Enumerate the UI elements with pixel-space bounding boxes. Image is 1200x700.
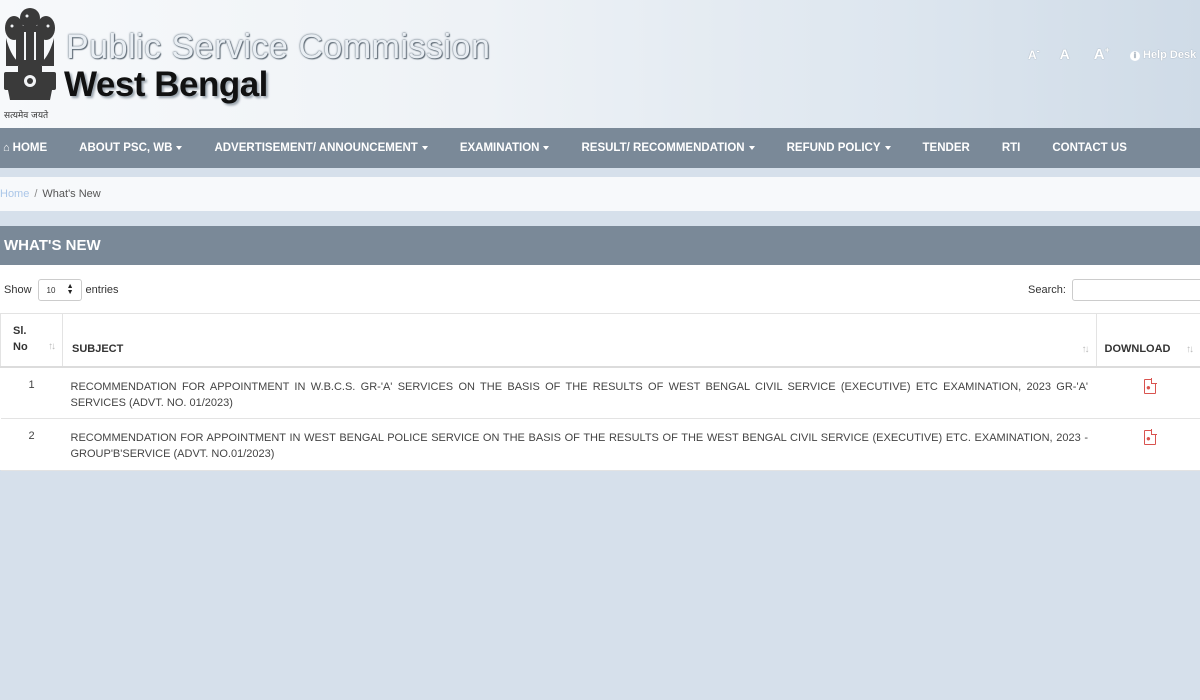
column-header-download[interactable]: DOWNLOAD ↑↓ (1095, 313, 1200, 368)
search-label: Search: (1028, 284, 1066, 296)
cell-subject: RECOMMENDATION FOR APPOINTMENT IN W.B.C.… (62, 366, 1096, 419)
table-search: Search: (1028, 279, 1200, 301)
show-label: Show (4, 284, 32, 296)
search-input[interactable] (1071, 279, 1200, 301)
decrease-font-button[interactable]: A- (1028, 46, 1040, 62)
panel-title: WHAT'S NEW (0, 226, 1200, 265)
entries-label: entries (85, 284, 119, 296)
cell-download: ● (1096, 366, 1200, 419)
site-title-line1: Public Service Commission (66, 28, 491, 66)
nav-item-tender[interactable]: TENDER (907, 142, 986, 154)
caret-down-icon (421, 146, 428, 150)
nav-item-about[interactable]: ABOUT PSC, WB (63, 142, 198, 154)
sort-icon: ↑↓ (48, 340, 56, 352)
nav-item-result[interactable]: RESULT/ RECOMMENDATION (565, 142, 770, 154)
whats-new-table: Sl. No ↑↓ SUBJECT ↑↓ DOWNLOAD ↑↓ 1 RECOM… (0, 313, 1200, 471)
column-header-subject[interactable]: SUBJECT ↑↓ (62, 313, 1097, 368)
site-header: सत्यमेव जयते Public Service Commission W… (0, 0, 1200, 128)
help-desk-link[interactable]: i Help Desk (1130, 49, 1196, 61)
pdf-icon[interactable]: ● (1144, 429, 1157, 445)
table-row: 1 RECOMMENDATION FOR APPOINTMENT IN W.B.… (0, 366, 1200, 419)
home-icon: ⌂ (3, 142, 10, 154)
caret-down-icon (543, 146, 550, 150)
table-row: 2 RECOMMENDATION FOR APPOINTMENT IN WEST… (0, 418, 1200, 471)
nav-item-home[interactable]: ⌂ HOME (0, 142, 63, 154)
pdf-icon[interactable]: ● (1144, 377, 1157, 394)
sort-icon: ↑↓ (1081, 343, 1090, 355)
sort-icon: ↑↓ (1186, 343, 1194, 355)
breadcrumb-home-link[interactable]: Home (0, 188, 29, 200)
nav-item-advertisement[interactable]: ADVERTISEMENT/ ANNOUNCEMENT (198, 142, 443, 154)
caret-down-icon (748, 146, 755, 150)
nav-item-examination[interactable]: EXAMINATION (444, 142, 566, 154)
table-header-row: Sl. No ↑↓ SUBJECT ↑↓ DOWNLOAD ↑↓ (0, 313, 1200, 368)
main-nav: ⌂ HOME ABOUT PSC, WB ADVERTISEMENT/ ANNOU… (0, 128, 1200, 168)
caret-down-icon (176, 146, 183, 150)
normal-font-button[interactable]: A (1060, 46, 1070, 62)
cell-sl-no: 1 (0, 366, 63, 419)
national-emblem-logo (4, 8, 56, 100)
nav-item-refund-policy[interactable]: REFUND POLICY (771, 142, 907, 154)
breadcrumb-current: What's New (42, 188, 101, 200)
column-header-sl-no[interactable]: Sl. No ↑↓ (0, 313, 63, 368)
cell-sl-no: 2 (0, 418, 63, 471)
emblem-motto: सत्यमेव जयते (4, 111, 49, 121)
breadcrumb: Home / What's New (0, 177, 1200, 211)
info-icon: i (1130, 51, 1140, 61)
font-size-controls: A- A A+ (1020, 45, 1122, 63)
entries-length-control: Show 10 ▲ ▼ entries (4, 279, 119, 301)
nav-item-contact[interactable]: CONTACT US (1036, 142, 1143, 154)
caret-down-icon (884, 146, 891, 150)
cell-subject: RECOMMENDATION FOR APPOINTMENT IN WEST B… (62, 418, 1096, 471)
site-title-line2: West Bengal (64, 65, 268, 104)
entries-select[interactable]: 10 ▲ ▼ (37, 279, 82, 301)
select-arrows-icon: ▲ ▼ (66, 283, 74, 296)
cell-download: ● (1096, 418, 1200, 471)
help-desk-label: Help Desk (1143, 49, 1197, 61)
nav-item-rti[interactable]: RTI (986, 142, 1037, 154)
breadcrumb-separator: / (34, 188, 38, 200)
increase-font-button[interactable]: A+ (1094, 45, 1110, 63)
